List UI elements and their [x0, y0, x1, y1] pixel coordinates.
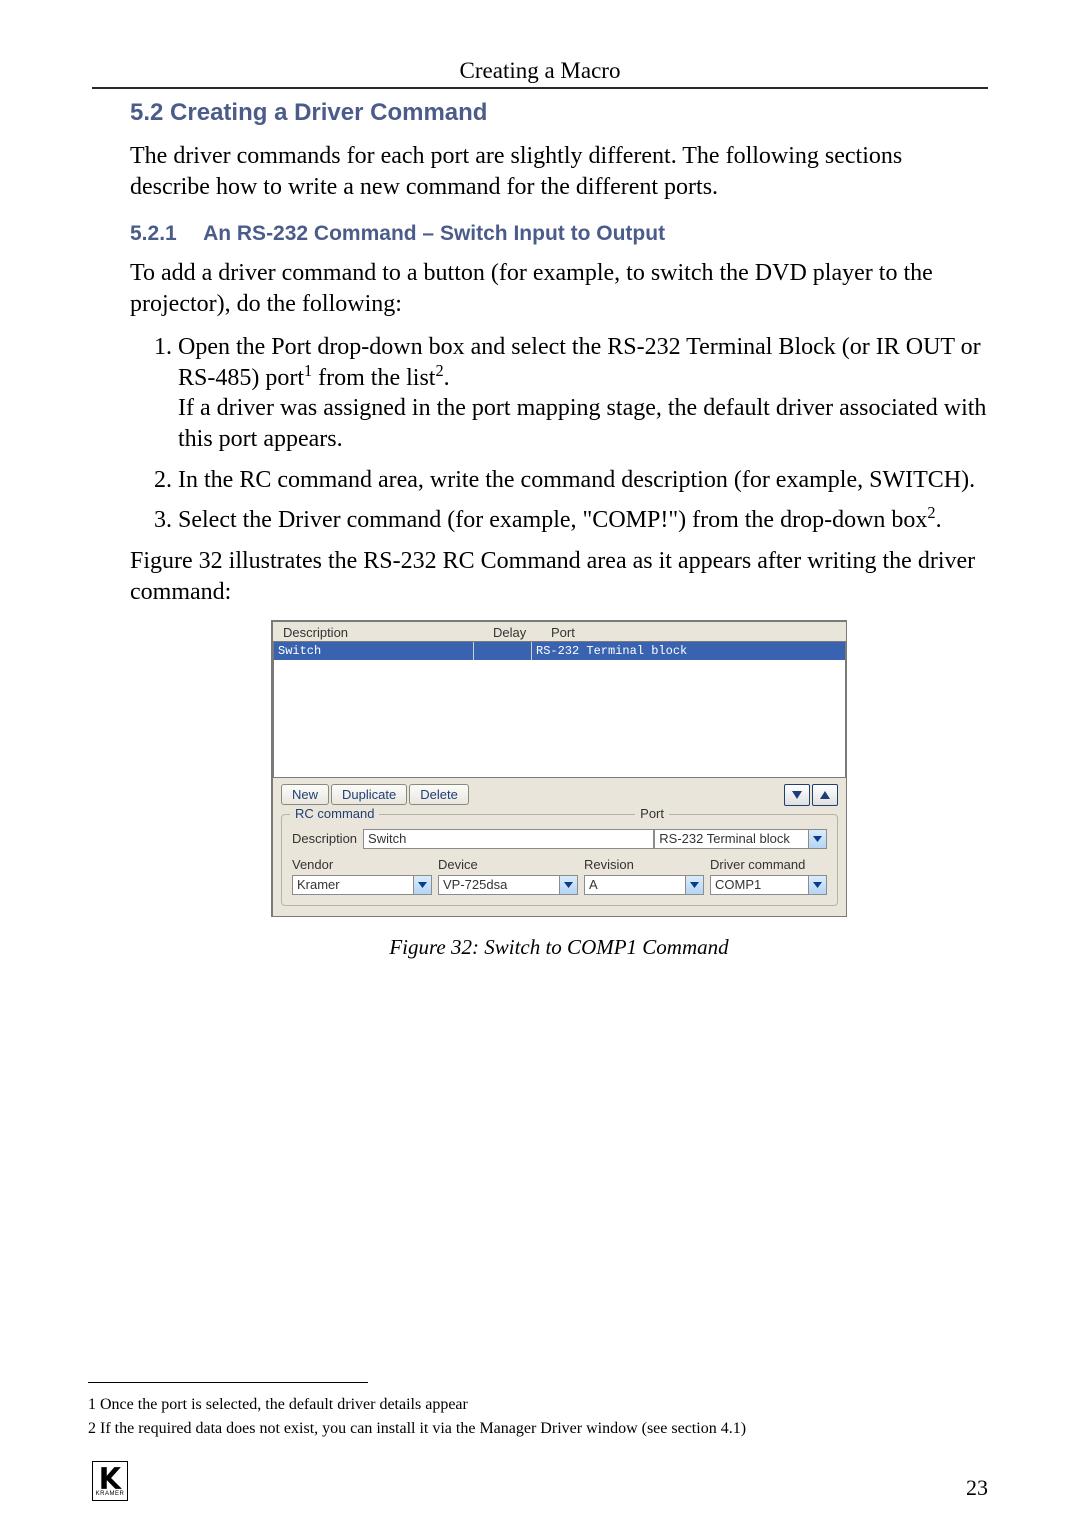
revision-select[interactable]: A [584, 875, 704, 895]
kramer-logo: KRAMER [92, 1461, 128, 1501]
rc-bottom-row: Vendor Kramer Device VP-725dsa [292, 857, 827, 895]
footnotes: 1 Once the port is selected, the default… [88, 1382, 988, 1441]
chevron-down-icon [808, 830, 826, 848]
step-1-sup-b: 2 [435, 361, 443, 380]
subsection-number: 5.2.1 [130, 222, 198, 246]
footnote-2: 2 If the required data does not exist, y… [88, 1417, 988, 1441]
delete-button[interactable]: Delete [409, 784, 469, 805]
device-column: Device VP-725dsa [438, 857, 578, 895]
device-select[interactable]: VP-725dsa [438, 875, 578, 895]
running-header: Creating a Macro [92, 58, 988, 84]
step-1-text-b: from the list [312, 365, 435, 391]
device-label: Device [438, 857, 572, 872]
step-1-text-c: . [444, 365, 450, 391]
duplicate-button[interactable]: Duplicate [331, 784, 407, 805]
move-down-button[interactable] [784, 784, 810, 806]
vendor-column: Vendor Kramer [292, 857, 432, 895]
description-field-label: Description [292, 831, 357, 846]
chevron-down-icon [685, 876, 703, 894]
move-up-button[interactable] [812, 784, 838, 806]
device-select-value: VP-725dsa [439, 877, 559, 892]
revision-label: Revision [584, 857, 698, 872]
figure-32: Description Delay Port Switch RS-232 Ter… [271, 620, 847, 960]
header-rule [92, 87, 988, 89]
col-header-delay: Delay [483, 625, 541, 640]
section-title: Creating a Driver Command [170, 99, 487, 126]
logo-icon [97, 1465, 123, 1491]
driver-command-label: Driver command [710, 857, 821, 872]
rc-command-group: RC command Port Description RS-232 Termi… [281, 814, 838, 906]
footnote-1: 1 Once the port is selected, the default… [88, 1393, 988, 1417]
after-steps-text: Figure 32 illustrates the RS-232 RC Comm… [130, 546, 988, 607]
step-3: Select the Driver command (for example, … [178, 505, 988, 536]
step-1-continue: If a driver was assigned in the port map… [178, 393, 988, 454]
figure-caption: Figure 32: Switch to COMP1 Command [271, 935, 847, 960]
document-page: Creating a Macro 5.2 Creating a Driver C… [0, 0, 1080, 1529]
rc-command-legend: RC command [290, 806, 379, 821]
command-row-selected[interactable]: Switch RS-232 Terminal block [274, 642, 845, 660]
subsection-title: An RS-232 Command – Switch Input to Outp… [203, 222, 665, 245]
page-footer: KRAMER 23 [92, 1461, 988, 1501]
step-3-text-a: Select the Driver command (for example, … [178, 507, 927, 533]
col-header-description: Description [273, 625, 483, 640]
new-button[interactable]: New [281, 784, 329, 805]
driver-command-column: Driver command COMP1 [710, 857, 827, 895]
section-intro: The driver commands for each port are sl… [130, 141, 988, 202]
section-heading: 5.2 Creating a Driver Command [130, 99, 988, 127]
body-block: 5.2 Creating a Driver Command The driver… [92, 99, 988, 960]
port-select[interactable]: RS-232 Terminal block [654, 829, 827, 849]
vendor-select-value: Kramer [293, 877, 413, 892]
chevron-down-icon [413, 876, 431, 894]
description-input[interactable] [363, 829, 654, 849]
page-number: 23 [966, 1475, 988, 1501]
step-1: Open the Port drop-down box and select t… [178, 332, 988, 455]
driver-command-select[interactable]: COMP1 [710, 875, 827, 895]
command-row-port: RS-232 Terminal block [532, 642, 845, 660]
command-row-delay [474, 642, 532, 660]
chevron-down-icon [808, 876, 826, 894]
revision-select-value: A [585, 877, 685, 892]
driver-command-select-value: COMP1 [711, 877, 808, 892]
col-header-port: Port [541, 625, 791, 640]
command-list[interactable]: Switch RS-232 Terminal block [273, 641, 846, 778]
subsection-leadin: To add a driver command to a button (for… [130, 258, 988, 319]
vendor-select[interactable]: Kramer [292, 875, 432, 895]
command-list-section: Description Delay Port Switch RS-232 Ter… [273, 622, 846, 814]
revision-column: Revision A [584, 857, 704, 895]
triangle-up-icon [819, 790, 831, 800]
chevron-down-icon [559, 876, 577, 894]
command-row-description: Switch [274, 642, 474, 660]
step-2: In the RC command area, write the comman… [178, 465, 988, 496]
step-list: Open the Port drop-down box and select t… [130, 332, 988, 536]
logo-text: KRAMER [96, 1491, 125, 1497]
triangle-down-icon [791, 790, 803, 800]
step-3-sup-a: 2 [927, 503, 935, 522]
step-2-text: In the RC command area, write the comman… [178, 467, 975, 493]
subsection-heading: 5.2.1 An RS-232 Command – Switch Input t… [130, 222, 988, 246]
port-field-label: Port [635, 806, 669, 821]
vendor-label: Vendor [292, 857, 426, 872]
section-number: 5.2 [130, 99, 163, 126]
port-select-value: RS-232 Terminal block [655, 831, 808, 846]
rc-command-panel: Description Delay Port Switch RS-232 Ter… [271, 620, 847, 917]
footnote-rule [88, 1382, 368, 1383]
step-1-sup-a: 1 [304, 361, 312, 380]
rc-top-row: Description RS-232 Terminal block [292, 829, 827, 849]
step-1-text-a: Open the Port drop-down box and select t… [178, 334, 981, 391]
step-3-text-b: . [936, 507, 942, 533]
command-list-header: Description Delay Port [273, 622, 846, 641]
